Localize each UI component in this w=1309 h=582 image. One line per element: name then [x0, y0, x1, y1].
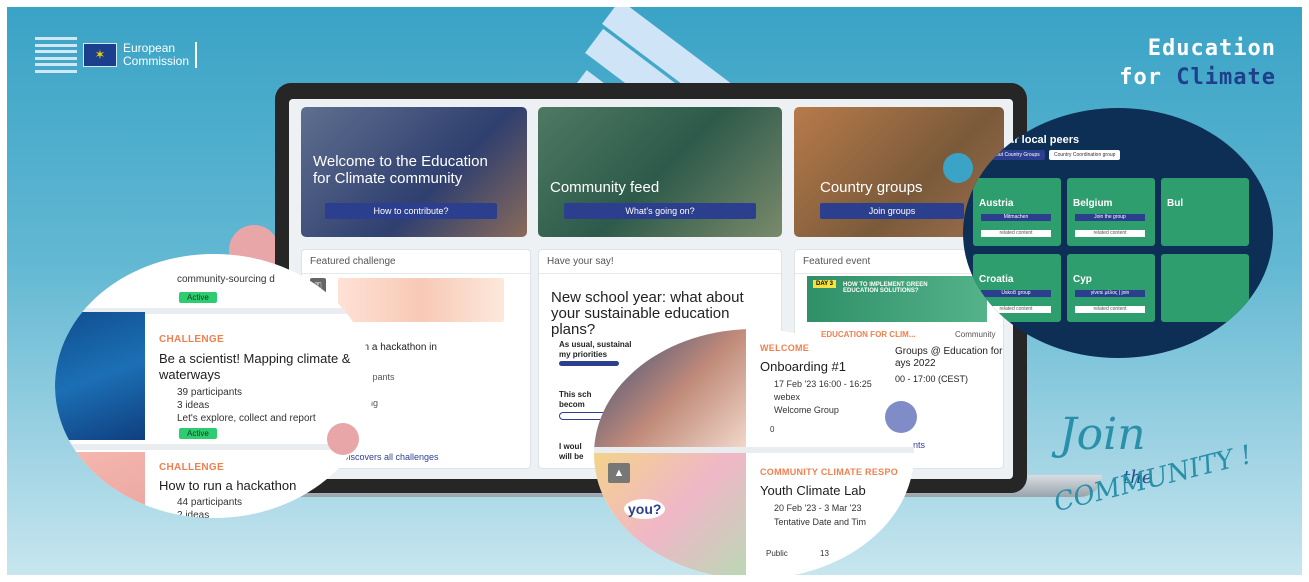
speech-bubble: you?	[624, 499, 666, 519]
decorative-dot	[885, 401, 917, 433]
european-commission-logo: ✶ European Commission	[35, 37, 198, 73]
challenge-image	[55, 452, 145, 518]
how-to-contribute-button[interactable]: How to contribute?	[325, 203, 497, 219]
country-tile-next[interactable]	[1161, 254, 1249, 322]
hero-title: Welcome to the Education for Climate com…	[313, 153, 488, 187]
hero-title: Community feed	[550, 179, 660, 196]
event-title[interactable]: Youth Climate Lab	[760, 483, 866, 498]
join-the-community-text: Join the COMMUNITY !	[1051, 409, 1255, 519]
hero-welcome[interactable]: Welcome to the Education for Climate com…	[301, 107, 527, 237]
eu-flag-icon: ✶	[83, 43, 117, 67]
decorative-dot	[327, 423, 359, 455]
about-country-groups-button[interactable]: About Country Groups	[985, 150, 1045, 160]
join-groups-button[interactable]: Join groups	[820, 203, 964, 219]
event-banner: DAY 3 HOW TO IMPLEMENT GREEN EDUCATION S…	[807, 276, 987, 322]
hero-community-feed[interactable]: Community feed What's going on?	[538, 107, 782, 237]
challenges-zoom-circle: community-sourcing d Active CHALLENGE Be…	[55, 254, 373, 518]
challenge-image	[338, 278, 504, 322]
org-name: European Commission	[123, 42, 198, 68]
map-image	[55, 312, 145, 440]
country-groups-zoom-circle: d your local peers About Country Groups …	[963, 108, 1273, 358]
status-badge: Active	[179, 292, 217, 303]
event-type-icon: ▲	[608, 463, 630, 483]
event-tag: WELCOME	[760, 343, 810, 353]
logo-bars-icon	[35, 37, 77, 73]
community-sourcing-text: community-sourcing d	[177, 274, 275, 285]
event-title[interactable]: Onboarding #1	[760, 359, 846, 374]
events-zoom-circle: ▲ you? WELCOME Onboarding #1 17 Feb '23 …	[594, 329, 914, 575]
challenge-tag: CHALLENGE	[159, 334, 224, 345]
challenge-tag: CHALLENGE	[159, 462, 224, 473]
whats-going-on-button[interactable]: What's going on?	[564, 203, 756, 219]
event-tag: COMMUNITY CLIMATE RESPO	[760, 467, 899, 477]
country-tile-belgium[interactable]: Belgium Join the group related content	[1067, 178, 1155, 246]
challenge-title[interactable]: Be a scientist! Mapping climate & waterw…	[159, 351, 373, 383]
challenge-title[interactable]: How to run a hackathon	[159, 478, 296, 493]
decorative-dot	[943, 153, 973, 183]
banner: ✶ European Commission Education for Clim…	[7, 7, 1302, 575]
hero-title: Country groups	[820, 179, 923, 196]
country-tile-bulgaria[interactable]: Bul	[1161, 178, 1249, 246]
country-tile-austria[interactable]: Austria Mitmachen related content	[973, 178, 1061, 246]
country-tile-croatia[interactable]: Croatia Uskoči group related content	[973, 254, 1061, 322]
country-tile-cyprus[interactable]: Cyp γίνετε μέλος | join related content	[1067, 254, 1155, 322]
status-badge: Active	[179, 428, 217, 439]
brand-title: Education for Climate	[1119, 36, 1276, 90]
onboarding-image	[594, 329, 746, 447]
country-coordination-button[interactable]: Country Coordination group	[1049, 150, 1121, 160]
discover-challenges-link[interactable]: Discovers all challenges	[342, 452, 439, 462]
